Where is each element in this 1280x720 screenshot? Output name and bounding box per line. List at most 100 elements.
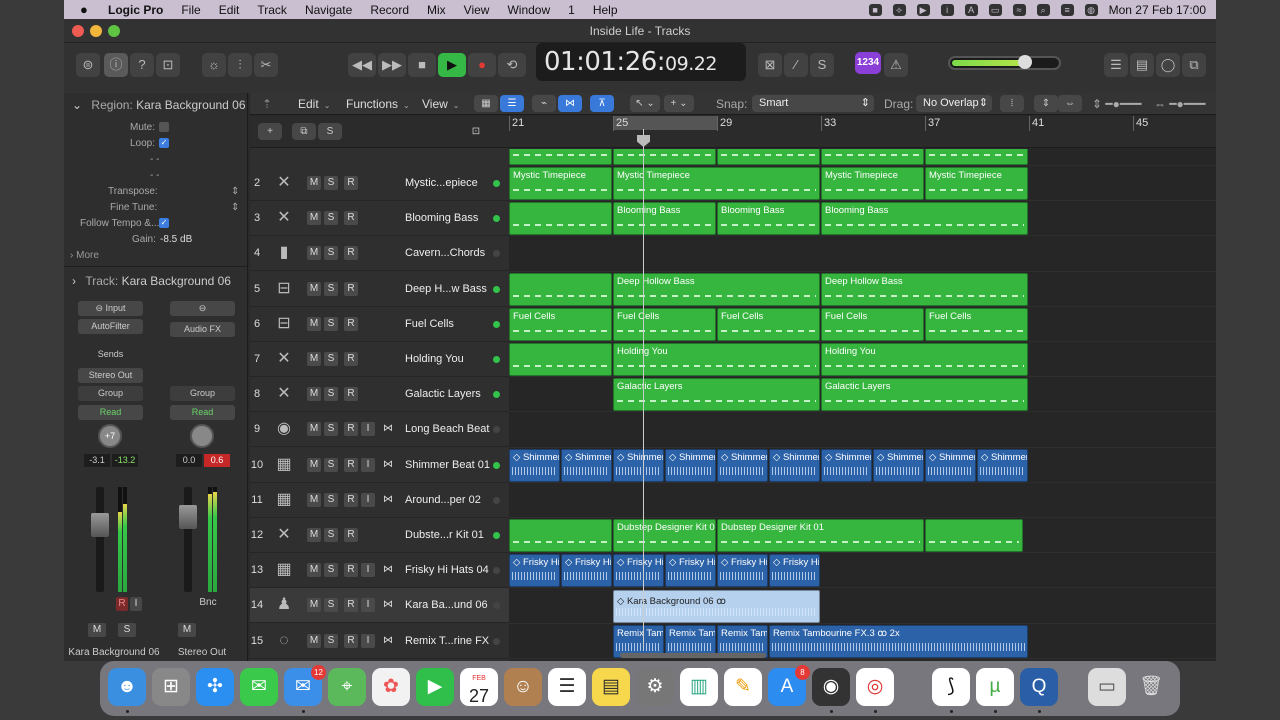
midi-region[interactable]: Fuel Cells [821, 308, 924, 341]
track-solo-button[interactable]: S [324, 387, 338, 402]
menu-navigate[interactable]: Navigate [305, 3, 352, 17]
track-mute-button[interactable]: M [307, 457, 321, 472]
track-header[interactable]: 7 ✕ M S R Holding You [250, 342, 509, 377]
secondary-tool-icon[interactable]: + ⌄ [664, 95, 694, 112]
calendar-icon[interactable]: FEB 27 [460, 668, 498, 706]
menu-mix[interactable]: Mix [427, 3, 446, 17]
track-input-monitor-button[interactable]: I [361, 633, 375, 648]
list-editors-icon[interactable]: ☰ [1104, 53, 1128, 77]
global-tracks-icon[interactable]: ⊡ [464, 123, 488, 140]
track-inspector-header[interactable]: › Track: Kara Background 06 [72, 274, 231, 288]
menu-clock[interactable]: Mon 27 Feb 17:00 [1109, 3, 1206, 17]
view-menu[interactable]: View ⌄ [422, 96, 460, 112]
qstrength-value[interactable]: - - [150, 170, 159, 181]
group-slot[interactable]: Group [78, 386, 143, 401]
track-solo-button[interactable]: S [324, 281, 338, 296]
track-record-button[interactable]: R [344, 457, 358, 472]
track-lane[interactable]: ◇ Shimmer ◇ Shimmer ◇ Shimmer ◇ Shimmer ◇ Sh… [509, 448, 1216, 483]
track-header[interactable]: 5 ⊟ M S R Deep H...w Bass [250, 272, 509, 307]
finder-icon[interactable]: ☻ [108, 668, 146, 706]
mute-button[interactable]: M [88, 623, 106, 637]
track-header[interactable]: 6 ⊟ M S R Fuel Cells [250, 307, 509, 342]
toolbar-icon[interactable]: ⊡ [156, 53, 180, 77]
drag-select[interactable]: No Overlap ⇕ [916, 95, 992, 112]
catch-playhead-icon[interactable]: ⊼ [590, 95, 614, 112]
midi-region[interactable] [509, 202, 612, 236]
midi-region[interactable]: Dubstep Designer Kit 01 [613, 519, 716, 553]
volume-fader-cap[interactable] [91, 513, 109, 537]
volume-value[interactable]: 0.0 [176, 454, 202, 467]
track-mute-button[interactable]: M [307, 387, 321, 402]
shortcut-icon[interactable]: ⟡ [892, 3, 906, 16]
mute-checkbox[interactable] [159, 122, 169, 132]
track-name[interactable]: Around...per 02 [405, 494, 495, 506]
track-lane[interactable]: Blooming Bass Blooming Bass Blooming Bass [509, 201, 1216, 237]
automation-mode[interactable]: Read [170, 405, 235, 420]
track-record-button[interactable]: R [344, 352, 358, 366]
midi-region[interactable] [509, 272, 612, 306]
rewind-icon[interactable]: ◀◀ [348, 53, 376, 77]
midi-region[interactable]: Fuel Cells [717, 308, 820, 341]
midi-region[interactable]: Mystic Timepiece [509, 167, 612, 201]
track-header[interactable]: 2 ✕ M S R Mystic...epiece [250, 166, 509, 201]
track-lane[interactable]: Deep Hollow Bass Deep Hollow Bass [509, 272, 1216, 307]
track-mute-button[interactable]: M [307, 422, 321, 437]
audio-region[interactable]: ◇ Frisky Hi [665, 554, 716, 588]
track-mute-button[interactable]: M [307, 246, 321, 261]
track-mute-button[interactable]: M [307, 528, 321, 542]
region-name[interactable]: Kara Background 06 [136, 98, 245, 112]
track-name[interactable]: Kara Ba...und 06 [405, 599, 495, 611]
track-record-button[interactable]: R [344, 246, 358, 261]
track-lane[interactable] [509, 237, 1216, 272]
cycle-range[interactable] [613, 116, 717, 130]
track-solo-button[interactable]: S [324, 563, 338, 578]
midi-region[interactable]: Deep Hollow Bass [821, 272, 1028, 306]
track-solo-button[interactable]: S [324, 528, 338, 542]
track-header[interactable]: 15 ◌ M S RI ⋈ Remix T...rine FX [250, 624, 509, 659]
track-header[interactable]: 3 ✕ M S R Blooming Bass [250, 201, 509, 237]
track-lane[interactable]: Galactic Layers Galactic Layers [509, 377, 1216, 413]
pages-icon[interactable]: ✎ [724, 668, 762, 706]
audio-region[interactable]: ◇ Shimmer [821, 448, 872, 482]
flex-icon[interactable]: ⋈ [558, 95, 582, 112]
track-record-button[interactable]: R [344, 176, 358, 190]
lcd-display[interactable]: 01:01:26:09.22 [536, 43, 746, 81]
menu-app-name[interactable]: Logic Pro [108, 3, 163, 17]
automation-mode[interactable]: Read [78, 405, 143, 420]
quicktime-icon[interactable]: Q [1020, 668, 1058, 706]
launchpad-icon[interactable]: ⊞ [152, 668, 190, 706]
track-header[interactable]: 14 ♟ M S RI ⋈ Kara Ba...und 06 [250, 588, 509, 624]
input-slot[interactable]: ⊖ Input [78, 301, 143, 316]
horizontal-zoom-icon[interactable]: ⇔ [1058, 95, 1082, 112]
midi-region[interactable]: Blooming Bass [613, 202, 716, 236]
horizontal-zoom-slider-icon[interactable]: ⇔ ━●━━━ [1154, 96, 1205, 112]
track-mute-button[interactable]: M [307, 352, 321, 366]
count-in-badge[interactable]: 1234 [855, 52, 881, 74]
volume-fader-cap[interactable] [179, 505, 197, 529]
track-name[interactable]: Blooming Bass [405, 212, 495, 224]
record-enable-button[interactable]: R [116, 597, 128, 611]
waveform-zoom-icon[interactable]: ⦙ [1000, 95, 1024, 112]
flex-icon[interactable]: ⋈ [381, 493, 395, 507]
track-name[interactable]: Long Beach Beat [405, 423, 495, 435]
audio-region[interactable]: ◇ Shimmer [717, 448, 768, 482]
midi-region[interactable] [509, 149, 612, 165]
track-record-button[interactable]: R [344, 633, 358, 648]
messages-icon[interactable]: ✉ [240, 668, 278, 706]
playhead-line[interactable] [643, 129, 644, 649]
cycle-icon[interactable]: ⟲ [498, 53, 526, 77]
vertical-zoom-slider-icon[interactable]: ⇕ ━●━━━ [1092, 96, 1142, 112]
track-name[interactable]: Mystic...epiece [405, 177, 495, 189]
strip-name[interactable]: Kara Background 06 [68, 647, 160, 658]
midi-region[interactable]: Galactic Layers [821, 378, 1028, 412]
grid-view-icon[interactable]: ▦ [474, 95, 498, 112]
track-name[interactable]: Holding You [405, 353, 495, 365]
track-mute-button[interactable]: M [307, 316, 321, 331]
track-header[interactable]: 4 ▮ M S R Cavern...Chords [250, 236, 509, 272]
apple-menu-icon[interactable]: ● [80, 2, 94, 17]
track-input-monitor-button[interactable]: I [361, 457, 375, 472]
functions-menu[interactable]: Functions ⌄ [346, 96, 410, 112]
bounce-button[interactable]: Bnc [196, 597, 220, 608]
track-mute-button[interactable]: M [307, 563, 321, 578]
track-name[interactable]: Kara Background 06 [122, 274, 231, 288]
